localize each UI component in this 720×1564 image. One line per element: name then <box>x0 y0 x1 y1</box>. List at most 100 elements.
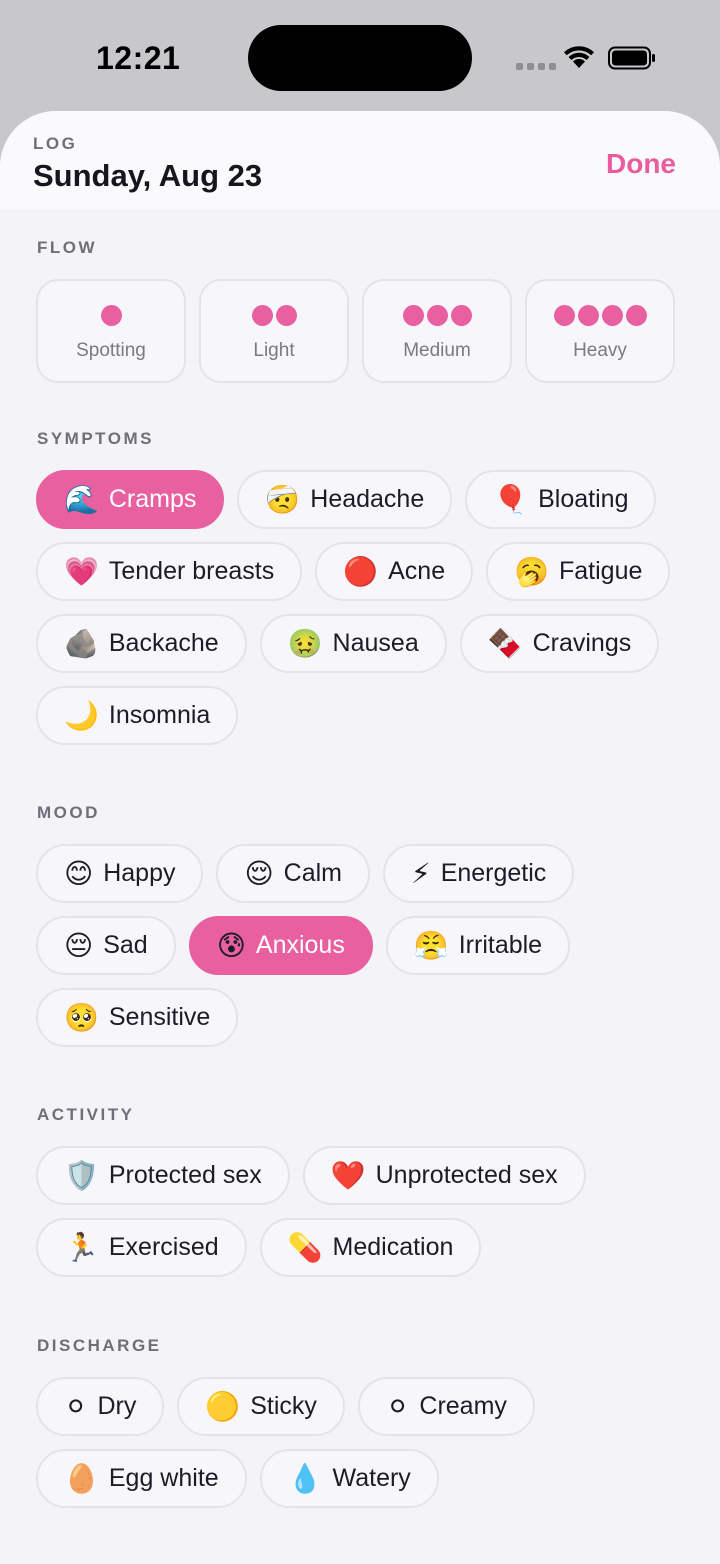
mood-chip-anxious[interactable]: 😰 Anxious <box>188 916 373 975</box>
log-eyebrow: LOG <box>33 134 78 153</box>
calm-icon: 😌 <box>244 856 274 890</box>
symptoms-chip-cramps[interactable]: 🌊 Cramps <box>36 470 225 529</box>
unprotected-sex-icon: ❤️ <box>330 1158 366 1192</box>
discharge-chip-egg-white[interactable]: 🥚 Egg white <box>36 1449 247 1508</box>
chip-label: Nausea <box>332 629 419 657</box>
flow-section-label: FLOW <box>37 238 98 257</box>
cravings-icon: 🍫 <box>487 626 523 660</box>
flow-option-label: Heavy <box>573 340 627 361</box>
fatigue-icon: 🥱 <box>514 554 549 588</box>
discharge-chip-watery[interactable]: 💧 Watery <box>259 1449 439 1508</box>
status-time: 12:21 <box>96 40 181 76</box>
activity-chip-protected-sex[interactable]: 🛡️ Protected sex <box>36 1146 290 1205</box>
chip-label: Tender breasts <box>108 557 275 585</box>
wifi-icon <box>564 46 594 68</box>
flow-option-spotting[interactable]: Spotting <box>36 279 186 383</box>
log-sheet: LOG Sunday, Aug 23 Done FLOW Spotting Lig… <box>0 111 720 1564</box>
chip-label: Creamy <box>419 1392 507 1420</box>
protected-sex-icon: 🛡️ <box>64 1158 99 1192</box>
symptoms-chip-insomnia[interactable]: 🌙 Insomnia <box>36 686 239 745</box>
flow-dot <box>251 305 273 326</box>
chip-label: Sticky <box>250 1392 317 1420</box>
mood-chip-happy[interactable]: 😊 Happy <box>36 844 204 903</box>
chip-label: Anxious <box>255 931 345 959</box>
status-bar: 12:21 <box>0 0 720 112</box>
chip-label: Cramps <box>108 485 197 513</box>
discharge-section-label: DISCHARGE <box>37 1336 162 1355</box>
chip-label: Dry <box>97 1392 137 1420</box>
chip-label: Unprotected sex <box>375 1161 558 1189</box>
activity-chip-medication[interactable]: 💊 Medication <box>259 1218 482 1277</box>
watery-icon: 💧 <box>287 1461 323 1495</box>
sheet-header: LOG Sunday, Aug 23 Done <box>0 111 720 209</box>
discharge-chips: ⚪ Dry 🟡 Sticky ⚪ Creamy 🥚 Egg white 💧 Watery <box>36 1377 686 1508</box>
flow-option-heavy[interactable]: Heavy <box>525 279 675 383</box>
chip-label: Calm <box>283 859 343 887</box>
chip-label: Acne <box>388 557 446 585</box>
sensitive-icon: 🥺 <box>64 1000 99 1034</box>
mood-chip-sad[interactable]: 😔 Sad <box>36 916 176 975</box>
discharge-chip-dry[interactable]: ⚪ Dry <box>36 1377 165 1436</box>
flow-dot <box>625 305 647 326</box>
symptoms-chip-headache[interactable]: 🤕 Headache <box>237 470 453 529</box>
symptoms-chip-acne[interactable]: 🔴 Acne <box>315 542 474 601</box>
flow-option-light[interactable]: Light <box>199 279 349 383</box>
tender-breasts-icon: 💗 <box>64 554 99 588</box>
flow-dot <box>100 305 122 326</box>
page-title: Sunday, Aug 23 <box>33 158 263 193</box>
flow-dots-icon <box>100 305 122 326</box>
flow-option-medium[interactable]: Medium <box>362 279 512 383</box>
chip-label: Happy <box>103 859 176 887</box>
sticky-icon: 🟡 <box>205 1389 241 1423</box>
mood-chip-calm[interactable]: 😌 Calm <box>216 844 371 903</box>
chip-label: Irritable <box>458 931 543 959</box>
symptoms-chip-bloating[interactable]: 🎈 Bloating <box>465 470 657 529</box>
symptoms-chip-cravings[interactable]: 🍫 Cravings <box>459 614 660 673</box>
flow-dot <box>450 305 472 326</box>
symptoms-chip-backache[interactable]: 🪨 Backache <box>36 614 247 673</box>
discharge-chip-creamy[interactable]: ⚪ Creamy <box>357 1377 535 1436</box>
exercised-icon: 🏃 <box>64 1230 99 1264</box>
activity-chip-exercised[interactable]: 🏃 Exercised <box>36 1218 247 1277</box>
flow-dot <box>601 305 623 326</box>
chip-label: Protected sex <box>108 1161 262 1189</box>
mood-section-label: MOOD <box>37 803 100 822</box>
symptoms-chip-fatigue[interactable]: 🥱 Fatigue <box>486 542 671 601</box>
chip-label: Cravings <box>532 629 632 657</box>
energetic-icon: ⚡ <box>411 856 431 890</box>
mood-chip-sensitive[interactable]: 🥺 Sensitive <box>36 988 239 1047</box>
chip-label: Watery <box>332 1464 411 1492</box>
chip-label: Backache <box>108 629 219 657</box>
flow-dot <box>426 305 448 326</box>
flow-dots-icon <box>251 305 297 326</box>
discharge-chip-sticky[interactable]: 🟡 Sticky <box>177 1377 345 1436</box>
medication-icon: 💊 <box>287 1230 323 1264</box>
battery-icon <box>608 46 655 70</box>
symptoms-section-label: SYMPTOMS <box>37 429 154 448</box>
egg-white-icon: 🥚 <box>64 1461 99 1495</box>
activity-chip-unprotected-sex[interactable]: ❤️ Unprotected sex <box>302 1146 586 1205</box>
flow-dot <box>577 305 599 326</box>
chip-label: Egg white <box>108 1464 219 1492</box>
chip-label: Fatigue <box>558 557 643 585</box>
chip-label: Medication <box>332 1233 454 1261</box>
mood-chip-energetic[interactable]: ⚡ Energetic <box>383 844 575 903</box>
flow-dot <box>402 305 424 326</box>
mood-chips: 😊 Happy 😌 Calm ⚡ Energetic 😔 Sad 😰 Anxious 😤 Irrita… <box>36 844 686 1047</box>
sad-icon: 😔 <box>64 928 94 962</box>
insomnia-icon: 🌙 <box>64 698 99 732</box>
chip-label: Energetic <box>440 859 547 887</box>
flow-option-label: Light <box>253 340 295 361</box>
chip-label: Insomnia <box>108 701 211 729</box>
irritable-icon: 😤 <box>413 928 449 962</box>
flow-option-label: Spotting <box>76 340 146 361</box>
chip-label: Sad <box>103 931 148 959</box>
symptoms-chip-nausea[interactable]: 🤢 Nausea <box>259 614 447 673</box>
backache-icon: 🪨 <box>64 626 99 660</box>
activity-section-label: ACTIVITY <box>37 1105 135 1124</box>
symptoms-chip-tender-breasts[interactable]: 💗 Tender breasts <box>36 542 303 601</box>
done-button[interactable]: Done <box>606 148 676 180</box>
happy-icon: 😊 <box>64 856 94 890</box>
mood-chip-irritable[interactable]: 😤 Irritable <box>385 916 571 975</box>
chip-label: Exercised <box>108 1233 219 1261</box>
